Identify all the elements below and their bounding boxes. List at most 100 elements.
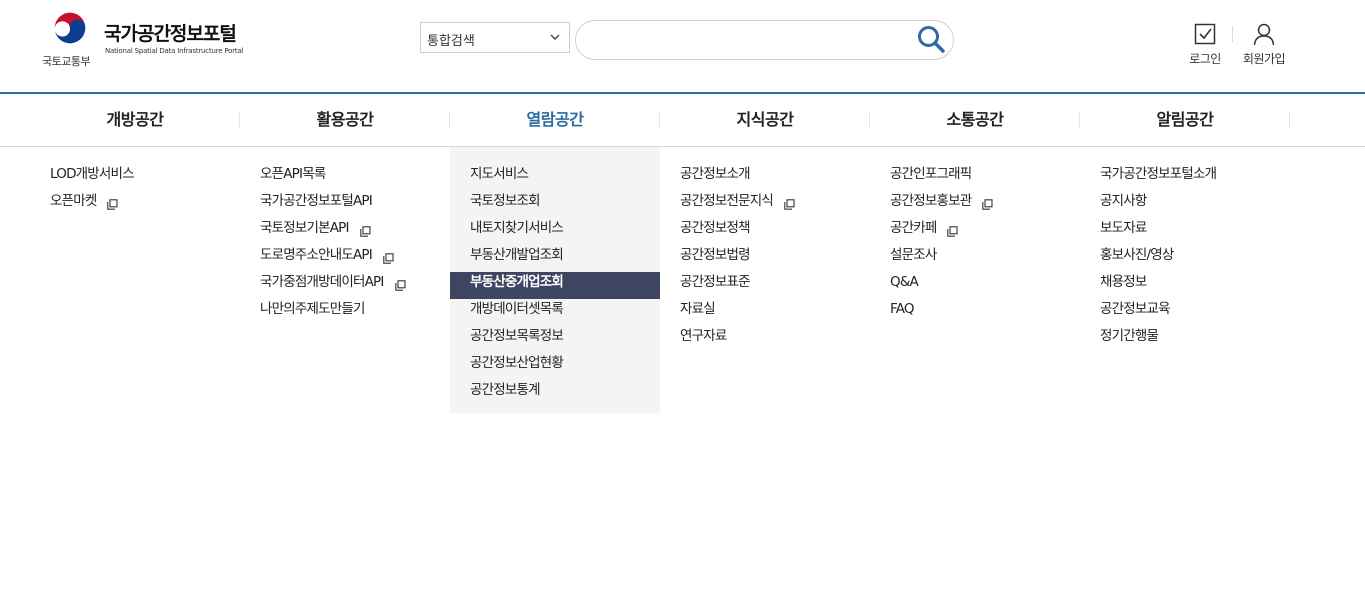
submenu-item[interactable]: 내토지찾기서비스 (450, 218, 660, 245)
submenu-item-label: 도로명주소안내도API (260, 247, 373, 263)
submenu-column-utilization: 오픈API목록국가공간정보포털API 국토정보기본API 도로명주소안내도API 국가… (240, 147, 450, 326)
submenu-item[interactable]: 연구자료 (660, 326, 870, 353)
submenu-item-label: 개방데이터셋목록 (470, 301, 564, 317)
site-logo[interactable]: 국토교통부 국가공간정보포털 National Spatial Data Inf… (42, 9, 252, 69)
submenu-item-label: 국토정보조회 (470, 193, 541, 209)
submenu-item-label: 공간카페 (890, 220, 937, 236)
join-link[interactable]: 회원가입 (1236, 22, 1292, 67)
new-window-icon (383, 250, 394, 264)
submenu-item[interactable]: 정기간행물 (1080, 326, 1290, 353)
submenu-item-label: 오픈마켓 (50, 193, 97, 209)
submenu-item-label: 공간정보교육 (1100, 301, 1171, 317)
submenu-item[interactable]: 부동산개발업조회 (450, 245, 660, 272)
submenu-item-label: 공간정보목록정보 (470, 328, 564, 344)
submenu-column-knowledge: 공간정보소개공간정보전문지식공간정보정책공간정보법령공간정보표준자료실연구자료 (660, 147, 870, 353)
new-window-icon (947, 223, 959, 237)
submenu-item[interactable]: FAQ (870, 299, 1080, 326)
submenu-item-label: 부동산중개업조회 (470, 274, 564, 290)
submenu-item[interactable]: 도로명주소안내도API (240, 245, 450, 272)
submenu-item-label: 국가공간정보포털소개 (1100, 166, 1217, 182)
global-nav: 개방공간 활용공간 열람공간 지식공간 소통공간 알림공간 (30, 94, 1290, 146)
submenu-item[interactable]: 국토정보조회 (450, 191, 660, 218)
submenu-item[interactable]: 공간정보표준 (660, 272, 870, 299)
submenu-item[interactable]: 채용정보 (1080, 272, 1290, 299)
submenu-item-label: 설문조사 (890, 247, 937, 263)
submenu-item[interactable]: 공간카페 (870, 218, 1080, 245)
submenu-item[interactable]: 공간정보전문지식 (660, 191, 870, 218)
submenu-item-label: 공간정보전문지식 (680, 193, 774, 209)
submenu-item[interactable]: 부동산중개업조회 (450, 272, 660, 299)
util-divider (1232, 26, 1233, 42)
submenu-item[interactable]: 공간정보통계 (450, 380, 660, 407)
submenu-item[interactable]: 국토정보기본API (240, 218, 450, 245)
ministry-name: 국토교통부 (42, 55, 91, 68)
submenu-item[interactable]: 공간정보홍보관 (870, 191, 1080, 218)
submenu-item[interactable]: 국가중점개방데이터API (240, 272, 450, 299)
submenu-item[interactable]: 공간정보정책 (660, 218, 870, 245)
gnb-communication-space[interactable]: 소통공간 (870, 94, 1080, 146)
portal-name: 국가공간정보포털 (104, 23, 237, 45)
submenu-item-label: 공간정보산업현황 (470, 355, 564, 371)
submenu-item-label: 공간정보소개 (680, 166, 751, 182)
submenu-item-label: 공간인포그래픽 (890, 166, 972, 182)
submenu-item-label: 연구자료 (680, 328, 727, 344)
submenu-item[interactable]: 국가공간정보포털소개 (1080, 164, 1290, 191)
submenu-item[interactable]: 오픈API목록 (240, 164, 450, 191)
gnb-viewing-space[interactable]: 열람공간 (450, 94, 660, 146)
submenu-item[interactable]: 자료실 (660, 299, 870, 326)
submenu-item[interactable]: Q&A (870, 272, 1080, 299)
taegeuk-emblem-icon (52, 10, 88, 46)
submenu-item[interactable]: 공간정보교육 (1080, 299, 1290, 326)
submenu-item-label: FAQ (890, 301, 915, 317)
submenu-item-label: 나만의주제도만들기 (260, 301, 365, 317)
submenu-item[interactable]: 지도서비스 (450, 164, 660, 191)
submenu-column-open: LOD개방서비스오픈마켓 (30, 147, 240, 218)
submenu-item[interactable]: 공간정보법령 (660, 245, 870, 272)
submenu-item[interactable]: 공간인포그래픽 (870, 164, 1080, 191)
submenu-item[interactable]: 개방데이터셋목록 (450, 299, 660, 326)
search-icon[interactable] (916, 24, 946, 54)
submenu-item-label: 내토지찾기서비스 (470, 220, 564, 236)
submenu-item-label: 공지사항 (1100, 193, 1147, 209)
submenu-item-label: 보도자료 (1100, 220, 1147, 236)
submenu-item[interactable]: 국가공간정보포털API (240, 191, 450, 218)
submenu-item-label: LOD개방서비스 (50, 166, 135, 182)
login-label: 로그인 (1189, 52, 1221, 66)
submenu-item-label: 홍보사진/영상 (1100, 247, 1174, 263)
submenu-item[interactable]: 공간정보목록정보 (450, 326, 660, 353)
submenu-item-label: 국가공간정보포털API (260, 193, 373, 209)
submenu-item[interactable]: 보도자료 (1080, 218, 1290, 245)
gnb-notice-space[interactable]: 알림공간 (1080, 94, 1290, 146)
submenu-item-label: 공간정보홍보관 (890, 193, 972, 209)
join-label: 회원가입 (1242, 52, 1286, 66)
login-link[interactable]: 로그인 (1181, 22, 1229, 67)
new-window-icon (784, 196, 795, 210)
submenu-item-label: 채용정보 (1100, 274, 1147, 290)
submenu-item[interactable]: 오픈마켓 (30, 191, 240, 218)
search-input[interactable] (592, 30, 912, 50)
submenu-item-label: 부동산개발업조회 (470, 247, 564, 263)
submenu-item[interactable]: 홍보사진/영상 (1080, 245, 1290, 272)
chevron-down-icon (550, 34, 560, 40)
gnb-utilization-space[interactable]: 활용공간 (240, 94, 450, 146)
submenu-item-label: 자료실 (680, 301, 716, 317)
submenu-item-label: 지도서비스 (470, 166, 529, 182)
gnb-knowledge-space[interactable]: 지식공간 (660, 94, 870, 146)
submenu-item[interactable]: 설문조사 (870, 245, 1080, 272)
submenu-item-label: 공간정보표준 (680, 274, 751, 290)
user-icon (1253, 23, 1275, 46)
submenu-item[interactable]: 공간정보소개 (660, 164, 870, 191)
new-window-icon (107, 196, 119, 210)
submenu-item-label: 정기간행물 (1100, 328, 1159, 344)
new-window-icon (982, 196, 993, 210)
search-box[interactable] (575, 20, 954, 60)
submenu-item[interactable]: 공지사항 (1080, 191, 1290, 218)
search-scope-select[interactable]: 통합검색 (420, 22, 570, 53)
submenu-item[interactable]: 공간정보산업현황 (450, 353, 660, 380)
submenu-item[interactable]: 나만의주제도만들기 (240, 299, 450, 326)
portal-english-name: National Spatial Data Infrastructure Por… (105, 47, 244, 55)
submenu-item[interactable]: LOD개방서비스 (30, 164, 240, 191)
submenu-item-label: 공간정보정책 (680, 220, 751, 236)
new-window-icon (394, 277, 406, 291)
gnb-open-space[interactable]: 개방공간 (30, 94, 240, 146)
